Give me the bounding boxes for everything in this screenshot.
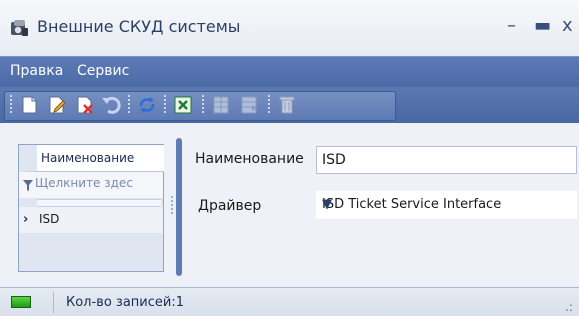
status-indicator-icon bbox=[11, 296, 31, 308]
filter-placeholder[interactable]: Щелкните здес bbox=[35, 176, 161, 190]
app-icon bbox=[11, 20, 28, 36]
driver-select-value: ISD Ticket Service Interface bbox=[322, 197, 502, 212]
name-label: Наименование bbox=[195, 151, 304, 167]
minimize-button[interactable]: – bbox=[507, 15, 516, 36]
grid-columns-icon[interactable] bbox=[238, 94, 260, 116]
toolbar-grip[interactable] bbox=[10, 95, 12, 115]
resize-grip-icon[interactable]: .: bbox=[565, 300, 573, 314]
menu-edit[interactable]: Правка bbox=[10, 63, 63, 79]
close-button[interactable]: x bbox=[562, 15, 573, 36]
splitter[interactable] bbox=[176, 138, 182, 276]
toolbar-separator bbox=[128, 95, 130, 115]
menu-service[interactable]: Сервис bbox=[77, 63, 129, 79]
delete-document-icon[interactable] bbox=[74, 94, 96, 116]
driver-label: Драйвер bbox=[198, 198, 262, 214]
grid-separator bbox=[37, 199, 161, 207]
table-row[interactable]: › ISD bbox=[19, 207, 163, 233]
filter-row[interactable]: Щелкните здес bbox=[19, 172, 163, 198]
edit-document-icon[interactable] bbox=[46, 94, 68, 116]
filter-icon bbox=[23, 180, 33, 191]
column-header-name[interactable]: Наименование bbox=[19, 145, 164, 172]
new-document-icon[interactable] bbox=[18, 94, 40, 116]
maximize-button[interactable]: ▬ bbox=[534, 15, 551, 36]
trash-icon[interactable] bbox=[276, 94, 298, 116]
name-input[interactable]: ISD bbox=[316, 146, 577, 174]
column-header-label: Наименование bbox=[41, 151, 135, 165]
splitter-grip[interactable] bbox=[171, 196, 173, 214]
name-input-value: ISD bbox=[322, 152, 346, 168]
chevron-down-icon[interactable]: ▼ bbox=[322, 197, 332, 212]
menu-bar: Правка Сервис bbox=[0, 56, 579, 87]
title-bar: Внешние СКУД системы – ▬ x bbox=[0, 0, 579, 56]
grid-layout-icon[interactable] bbox=[210, 94, 232, 116]
refresh-icon[interactable] bbox=[136, 94, 158, 116]
record-count: Кол-во записей:1 bbox=[66, 295, 185, 310]
status-separator bbox=[53, 292, 54, 313]
toolbar-separator bbox=[202, 95, 204, 115]
excel-export-icon[interactable] bbox=[172, 94, 194, 116]
toolbar bbox=[0, 87, 579, 123]
toolbar-separator bbox=[164, 95, 166, 115]
records-grid[interactable]: Наименование Щелкните здес › ISD bbox=[18, 144, 164, 272]
toolbar-separator bbox=[268, 95, 270, 115]
status-bar: Кол-во записей:1 .: bbox=[0, 287, 579, 316]
window-title: Внешние СКУД системы bbox=[37, 17, 241, 36]
window: Внешние СКУД системы – ▬ x Правка Сервис bbox=[0, 0, 579, 316]
row-name-cell[interactable]: ISD bbox=[39, 212, 59, 226]
row-indicator-icon: › bbox=[23, 212, 29, 227]
undo-icon[interactable] bbox=[100, 94, 122, 116]
driver-select[interactable]: ISD Ticket Service Interface ▼ bbox=[316, 191, 577, 219]
